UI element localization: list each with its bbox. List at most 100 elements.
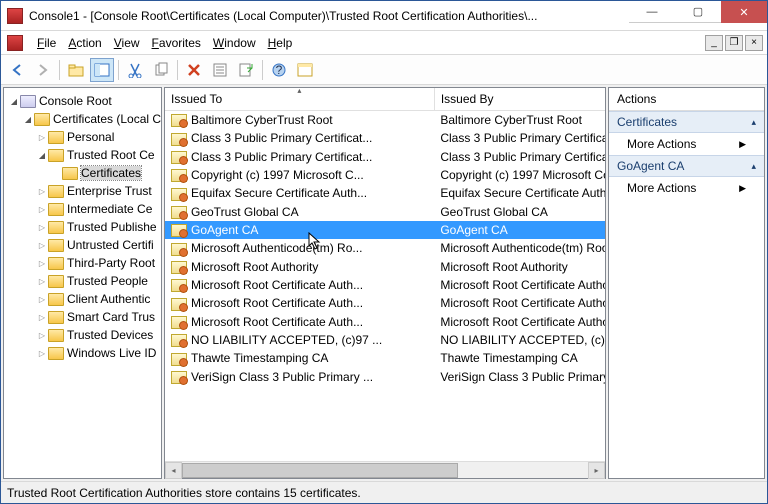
certificate-icon xyxy=(171,114,187,127)
cell-issued-to: VeriSign Class 3 Public Primary ... xyxy=(191,370,373,384)
col-issued-to[interactable]: Issued To▴ xyxy=(165,88,434,111)
expand-icon[interactable] xyxy=(36,241,48,250)
table-row[interactable]: Equifax Secure Certificate Auth...Equifa… xyxy=(165,184,605,202)
menu-view[interactable]: View xyxy=(108,34,146,52)
list-hscroll[interactable]: ◂ ▸ xyxy=(165,461,605,478)
actions-section-selected[interactable]: GoAgent CA▴ xyxy=(609,155,764,177)
toolbar: ? xyxy=(1,55,767,85)
col-issued-by[interactable]: Issued By xyxy=(434,88,605,111)
expand-icon[interactable] xyxy=(22,115,34,124)
tree-label: Certificates (Local C xyxy=(53,112,161,126)
table-row[interactable]: Baltimore CyberTrust Root Baltimore Cyber… xyxy=(165,111,605,130)
mdi-restore-button[interactable]: ❐ xyxy=(725,35,743,51)
titlebar[interactable]: Console1 - [Console Root\Certificates (L… xyxy=(1,1,767,31)
cell-issued-by: Baltimore CyberTrust Root xyxy=(434,111,605,130)
expand-icon[interactable] xyxy=(36,331,48,340)
scroll-left-button[interactable]: ◂ xyxy=(165,462,182,479)
certificate-icon xyxy=(171,279,187,292)
back-button[interactable] xyxy=(5,58,29,82)
maximize-button[interactable]: ▢ xyxy=(675,1,721,23)
tree-item[interactable]: Smart Card Trus xyxy=(4,308,161,326)
expand-icon[interactable] xyxy=(36,313,48,322)
table-row[interactable]: Copyright (c) 1997 Microsoft C...Copyrig… xyxy=(165,166,605,184)
menu-window[interactable]: Window xyxy=(207,34,262,52)
properties-button[interactable] xyxy=(208,58,232,82)
expand-icon[interactable] xyxy=(36,349,48,358)
tree-item[interactable]: Enterprise Trust xyxy=(4,182,161,200)
certificate-icon xyxy=(171,206,187,219)
help-button[interactable]: ? xyxy=(267,58,291,82)
tree-item[interactable]: Untrusted Certifi xyxy=(4,236,161,254)
menu-favorites[interactable]: Favorites xyxy=(146,34,207,52)
forward-button[interactable] xyxy=(31,58,55,82)
table-row[interactable]: Class 3 Public Primary Certificat...Clas… xyxy=(165,129,605,147)
expand-icon[interactable] xyxy=(36,295,48,304)
list-pane[interactable]: Issued To▴ Issued By Expira Baltimore Cy… xyxy=(164,87,606,479)
expand-icon[interactable] xyxy=(36,187,48,196)
table-row[interactable]: Microsoft Root AuthorityMicrosoft Root A… xyxy=(165,258,605,276)
table-row[interactable]: Class 3 Public Primary Certificat...Clas… xyxy=(165,148,605,166)
tree-item[interactable]: Personal xyxy=(4,128,161,146)
table-row[interactable]: Microsoft Root Certificate Auth...Micros… xyxy=(165,276,605,294)
close-button[interactable]: ✕ xyxy=(721,1,767,23)
expand-icon[interactable] xyxy=(36,277,48,286)
certificate-icon xyxy=(171,243,187,256)
cell-issued-to: Copyright (c) 1997 Microsoft C... xyxy=(191,168,364,182)
certificate-icon xyxy=(171,298,187,311)
delete-button[interactable] xyxy=(182,58,206,82)
menu-action[interactable]: Action xyxy=(62,34,107,52)
cell-issued-by: Microsoft Root Certificate Authori... xyxy=(434,313,605,331)
table-row[interactable]: GeoTrust Global CAGeoTrust Global CA5/20… xyxy=(165,203,605,221)
tree-item[interactable]: Client Authentic xyxy=(4,290,161,308)
tree-item[interactable]: Console Root xyxy=(4,92,161,110)
table-row[interactable]: NO LIABILITY ACCEPTED, (c)97 ...NO LIABI… xyxy=(165,331,605,349)
mdi-minimize-button[interactable]: _ xyxy=(705,35,723,51)
expand-icon[interactable] xyxy=(36,151,48,160)
table-row[interactable]: Microsoft Root Certificate Auth...Micros… xyxy=(165,313,605,331)
minimize-button[interactable]: — xyxy=(629,1,675,23)
export-button[interactable] xyxy=(234,58,258,82)
table-row[interactable]: GoAgent CAGoAgent CA4/20/2 xyxy=(165,221,605,239)
folder-icon xyxy=(48,275,64,288)
menu-file[interactable]: File xyxy=(31,34,62,52)
folder-icon xyxy=(48,257,64,270)
scroll-right-button[interactable]: ▸ xyxy=(588,462,605,479)
cell-issued-to: Class 3 Public Primary Certificat... xyxy=(191,131,372,145)
cell-issued-to: Baltimore CyberTrust Root xyxy=(191,113,333,127)
up-button[interactable] xyxy=(64,58,88,82)
expand-icon[interactable] xyxy=(8,97,20,106)
options-button[interactable] xyxy=(293,58,317,82)
copy-button[interactable] xyxy=(149,58,173,82)
expand-icon[interactable] xyxy=(36,133,48,142)
mdi-close-button[interactable]: × xyxy=(745,35,763,51)
table-row[interactable]: VeriSign Class 3 Public Primary ...VeriS… xyxy=(165,368,605,386)
cell-issued-to: Thawte Timestamping CA xyxy=(191,351,328,365)
expand-icon[interactable] xyxy=(36,223,48,232)
actions-more-selected[interactable]: More Actions▶ xyxy=(609,177,764,199)
certificate-icon xyxy=(171,316,187,329)
actions-pane: Actions Certificates▴ More Actions▶ GoAg… xyxy=(608,87,765,479)
tree-item[interactable]: Third-Party Root xyxy=(4,254,161,272)
tree-item[interactable]: Trusted Publishe xyxy=(4,218,161,236)
table-row[interactable]: Thawte Timestamping CAThawte Timestampin… xyxy=(165,349,605,367)
expand-icon[interactable] xyxy=(36,259,48,268)
tree-pane[interactable]: Console Root Certificates (Local C Persona… xyxy=(3,87,162,479)
tree-item[interactable]: Intermediate Ce xyxy=(4,200,161,218)
tree-item[interactable]: Trusted Devices xyxy=(4,326,161,344)
tree-item[interactable]: Certificates (Local C xyxy=(4,110,161,128)
tree-item[interactable]: Trusted People xyxy=(4,272,161,290)
table-row[interactable]: Microsoft Root Certificate Auth...Micros… xyxy=(165,294,605,312)
actions-section-certs[interactable]: Certificates▴ xyxy=(609,111,764,133)
tree-item[interactable]: Windows Live ID xyxy=(4,344,161,362)
expand-icon[interactable] xyxy=(36,205,48,214)
cell-issued-to: Microsoft Root Authority xyxy=(191,260,318,274)
show-tree-button[interactable] xyxy=(90,58,114,82)
folder-icon xyxy=(48,239,64,252)
tree-item[interactable]: Trusted Root Ce xyxy=(4,146,161,164)
table-row[interactable]: Microsoft Authenticode(tm) Ro...Microsof… xyxy=(165,239,605,257)
cell-issued-to: Class 3 Public Primary Certificat... xyxy=(191,150,372,164)
cut-button[interactable] xyxy=(123,58,147,82)
menu-help[interactable]: Help xyxy=(262,34,299,52)
tree-item[interactable]: Certificates xyxy=(4,164,161,182)
actions-more-certs[interactable]: More Actions▶ xyxy=(609,133,764,155)
